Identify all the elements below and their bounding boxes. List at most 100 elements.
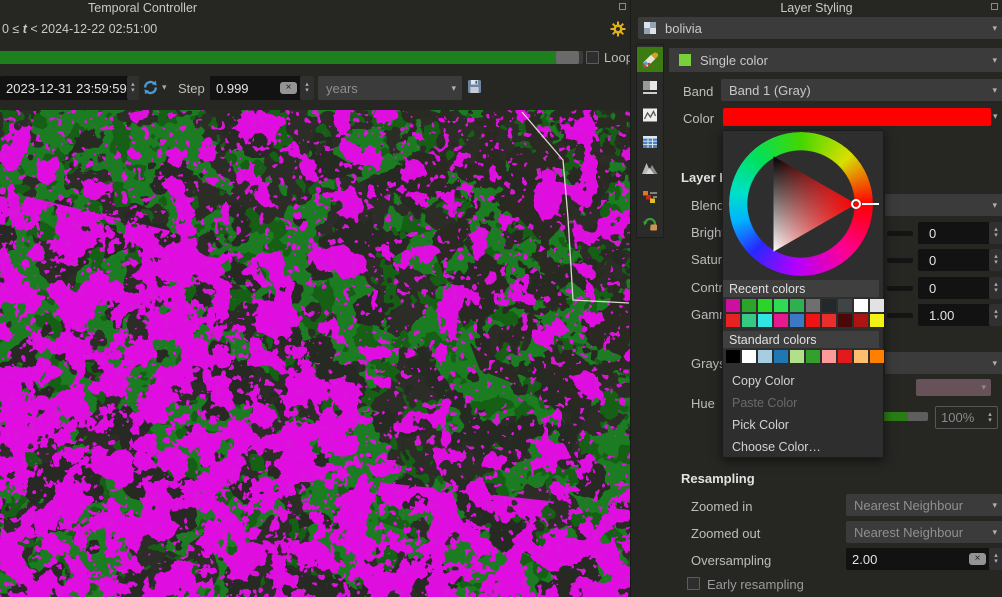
- brightness-spinbox[interactable]: 0 ▴▾: [918, 222, 1002, 244]
- qgis-window: Temporal Controller 0 ≤ t < 2024-12-22 0…: [0, 0, 1002, 597]
- color-swatch[interactable]: [838, 314, 852, 327]
- tab-history[interactable]: [637, 212, 663, 237]
- saturation-spinbox[interactable]: 0 ▴▾: [918, 249, 1002, 271]
- refresh-icon[interactable]: [142, 79, 159, 101]
- current-datetime-input[interactable]: 2023-12-31 23:59:59 ▴▾: [0, 76, 139, 100]
- spinner[interactable]: ▴▾: [989, 277, 1002, 299]
- datetime-spinner[interactable]: ▴▾: [127, 76, 139, 100]
- histogram-icon: [641, 106, 659, 124]
- brightness-slider[interactable]: [887, 231, 913, 236]
- clear-step-icon[interactable]: ×: [280, 82, 297, 94]
- color-swatch[interactable]: [790, 314, 804, 327]
- color-swatch[interactable]: [774, 314, 788, 327]
- clear-oversampling-icon[interactable]: ×: [969, 553, 986, 565]
- gamma-slider[interactable]: [887, 313, 913, 318]
- color-swatch[interactable]: [806, 314, 820, 327]
- color-swatch[interactable]: [742, 299, 756, 312]
- standard-colors-row: [723, 350, 884, 363]
- color-swatch[interactable]: [742, 350, 756, 363]
- color-swatch[interactable]: [822, 299, 836, 312]
- color-swatch[interactable]: [790, 299, 804, 312]
- map-canvas[interactable]: [0, 110, 630, 597]
- spinner[interactable]: ▴▾: [989, 548, 1002, 570]
- color-swatch[interactable]: [870, 314, 884, 327]
- tab-pyramids[interactable]: [637, 157, 663, 182]
- blending-mode-combo[interactable]: ▾: [885, 194, 1002, 216]
- spinner[interactable]: ▴▾: [989, 304, 1002, 326]
- color-swatch[interactable]: [790, 350, 804, 363]
- color-picker-popup: Recent colors Standard colors Copy Color…: [722, 130, 884, 458]
- zoomed-out-label: Zoomed out: [691, 526, 760, 541]
- color-swatch[interactable]: [870, 350, 884, 363]
- color-swatch[interactable]: [838, 299, 852, 312]
- color-swatch[interactable]: [806, 350, 820, 363]
- layer-selector-combo[interactable]: bolivia ▾: [638, 17, 1002, 39]
- color-swatch[interactable]: [822, 314, 836, 327]
- dock-options-icon[interactable]: [991, 3, 998, 10]
- renderer-combo[interactable]: Single color ▾: [669, 48, 1002, 72]
- tab-transparency[interactable]: [637, 74, 663, 99]
- color-swatch[interactable]: [726, 314, 740, 327]
- color-label: Color: [683, 111, 714, 126]
- color-swatch[interactable]: [758, 314, 772, 327]
- zoomed-out-combo[interactable]: Nearest Neighbour ▾: [846, 521, 1002, 543]
- color-swatch[interactable]: [822, 350, 836, 363]
- color-swatch[interactable]: [726, 299, 740, 312]
- color-swatch[interactable]: [774, 299, 788, 312]
- single-color-swatch-icon: [679, 54, 691, 66]
- color-swatch[interactable]: [758, 350, 772, 363]
- color-swatch[interactable]: [742, 314, 756, 327]
- spinner[interactable]: ▴▾: [989, 222, 1002, 244]
- oversampling-input[interactable]: 2.00 × ▴▾: [846, 548, 1002, 570]
- color-swatch[interactable]: [854, 314, 868, 327]
- menu-item-choose-color[interactable]: Choose Color…: [723, 437, 883, 457]
- contrast-slider[interactable]: [887, 286, 913, 291]
- step-unit-combo[interactable]: years ▾: [318, 76, 462, 100]
- color-swatch[interactable]: [854, 350, 868, 363]
- color-button[interactable]: [723, 108, 991, 126]
- color-swatch[interactable]: [854, 299, 868, 312]
- zoomed-in-label: Zoomed in: [691, 499, 752, 514]
- temporal-slider[interactable]: [0, 51, 583, 64]
- band-combo[interactable]: Band 1 (Gray) ▾: [721, 79, 1002, 101]
- color-swatch[interactable]: [726, 350, 740, 363]
- combo-caret-icon: ▾: [992, 200, 1002, 211]
- loop-checkbox[interactable]: [586, 51, 599, 64]
- tab-histogram[interactable]: [637, 102, 663, 127]
- color-swatch[interactable]: [838, 350, 852, 363]
- step-value-input[interactable]: 0.999 × ▴▾: [210, 76, 314, 100]
- temporal-slider-fill: [0, 51, 557, 64]
- spinner[interactable]: ▴▾: [989, 249, 1002, 271]
- step-spinner[interactable]: ▴▾: [300, 76, 314, 100]
- dock-options-icon[interactable]: [619, 3, 626, 10]
- hue-strength-spinbox[interactable]: 100% ▴▾: [935, 406, 998, 429]
- hue-color-button[interactable]: ▾: [916, 379, 991, 396]
- saturation-slider[interactable]: [887, 258, 913, 263]
- tab-metadata[interactable]: [637, 129, 663, 154]
- save-icon[interactable]: [467, 79, 482, 99]
- color-caret-icon[interactable]: ▾: [993, 111, 998, 122]
- temporal-controller-panel: Temporal Controller 0 ≤ t < 2024-12-22 0…: [0, 0, 630, 110]
- grayscale-combo[interactable]: ▾: [885, 352, 1002, 374]
- gamma-spinbox[interactable]: 1.00 ▴▾: [918, 304, 1002, 326]
- color-swatch[interactable]: [774, 350, 788, 363]
- color-swatch[interactable]: [870, 299, 884, 312]
- zoomed-in-combo[interactable]: Nearest Neighbour ▾: [846, 494, 1002, 516]
- menu-item-copy-color[interactable]: Copy Color: [723, 371, 883, 391]
- refresh-caret-icon[interactable]: ▾: [162, 82, 167, 93]
- combo-caret-icon: ▾: [451, 83, 462, 94]
- color-wheel-marker[interactable]: [851, 199, 861, 209]
- color-swatch[interactable]: [806, 299, 820, 312]
- recent-colors-header: Recent colors: [723, 280, 879, 297]
- spinner[interactable]: ▴▾: [983, 407, 997, 428]
- early-resampling-checkbox[interactable]: [687, 577, 700, 590]
- temporal-settings-gear-icon[interactable]: [610, 21, 626, 42]
- history-icon: [641, 215, 659, 233]
- temporal-slider-handle[interactable]: [556, 51, 579, 64]
- contrast-spinbox[interactable]: 0 ▴▾: [918, 277, 1002, 299]
- tab-legend[interactable]: [637, 184, 663, 209]
- layer-name: bolivia: [665, 21, 702, 36]
- menu-item-pick-color[interactable]: Pick Color: [723, 415, 883, 435]
- color-swatch[interactable]: [758, 299, 772, 312]
- tab-symbology[interactable]: [637, 47, 663, 72]
